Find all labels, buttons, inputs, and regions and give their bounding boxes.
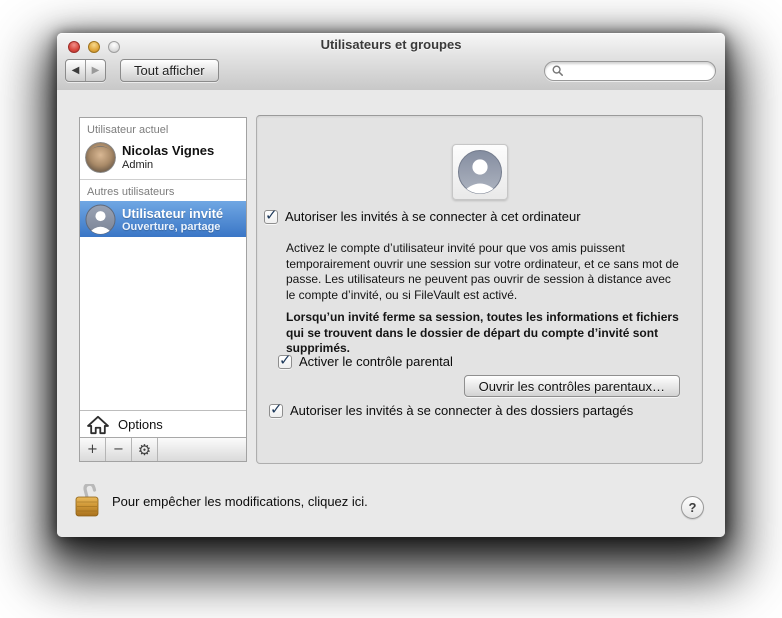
checkbox-box: ✓ xyxy=(278,351,292,369)
checkmark-icon: ✓ xyxy=(265,206,278,224)
checkmark-icon: ✓ xyxy=(279,351,292,369)
search-icon xyxy=(552,65,563,76)
options-label: Options xyxy=(118,417,163,432)
show-all-button[interactable]: Tout afficher xyxy=(120,59,219,82)
guest-user-name: Utilisateur invité xyxy=(122,205,224,221)
search-field[interactable] xyxy=(544,60,716,81)
back-icon: ◀ xyxy=(71,65,80,76)
guest-user-detail: Ouverture, partage xyxy=(122,220,221,233)
checkbox-allow-guest-login[interactable]: ✓ Autoriser les invités à se connecter à… xyxy=(264,206,581,224)
other-users-header: Autres utilisateurs xyxy=(87,186,175,198)
guest-user-texts: Utilisateur invité Ouverture, partage xyxy=(122,206,223,233)
current-user-avatar xyxy=(85,142,116,173)
help-button[interactable]: ? xyxy=(681,496,704,519)
close-button[interactable] xyxy=(68,41,80,53)
lock-message: Pour empêcher les modifications, cliquez… xyxy=(112,493,368,509)
window-chrome: Utilisateurs et groupes ◀ ▶ Tout affiche… xyxy=(57,33,725,91)
sidebar-action-strip: + − ⚙ xyxy=(80,437,246,461)
current-user-header: Utilisateur actuel xyxy=(87,124,169,136)
remove-user-button[interactable]: − xyxy=(106,438,132,461)
toolbar: ◀ ▶ Tout afficher xyxy=(65,59,716,82)
forward-button[interactable]: ▶ xyxy=(86,60,105,81)
guest-avatar-icon xyxy=(457,150,502,194)
back-button[interactable]: ◀ xyxy=(66,60,86,81)
current-user-role: Admin xyxy=(122,158,154,171)
window-content: Utilisateur actuel Nicolas Vignes Admin … xyxy=(57,90,725,537)
lock-control[interactable]: Pour empêcher les modifications, cliquez… xyxy=(74,484,368,518)
checkbox-allow-guest-login-label: Autoriser les invités à se connecter à c… xyxy=(285,209,581,224)
forward-icon: ▶ xyxy=(91,65,100,76)
help-icon: ? xyxy=(688,500,697,515)
checkbox-shared-folders[interactable]: ✓ Autoriser les invités à se connecter à… xyxy=(269,400,634,418)
window-title: Utilisateurs et groupes xyxy=(320,37,462,52)
minimize-button[interactable] xyxy=(88,41,100,53)
unlocked-padlock-icon xyxy=(75,484,99,517)
search-input[interactable] xyxy=(567,62,708,79)
sidebar-item-login-options[interactable]: Options xyxy=(80,410,246,438)
sidebar-item-guest-user[interactable]: Utilisateur invité Ouverture, partage xyxy=(80,201,246,237)
checkbox-box: ✓ xyxy=(269,400,283,418)
checkbox-box: ✓ xyxy=(264,206,278,224)
current-user-name: Nicolas Vignes xyxy=(122,142,215,158)
guest-avatar-frame[interactable] xyxy=(451,144,508,200)
checkmark-icon: ✓ xyxy=(270,400,283,418)
guest-account-warning: Lorsqu’un invité ferme sa session, toute… xyxy=(286,310,679,355)
preferences-window: Utilisateurs et groupes ◀ ▶ Tout affiche… xyxy=(57,33,725,537)
traffic-lights xyxy=(68,41,120,53)
checkbox-shared-folders-label: Autoriser les invités à se connecter à d… xyxy=(290,403,634,418)
guest-account-description: Activez le compte d’utilisateur invité p… xyxy=(286,241,679,302)
guest-user-avatar xyxy=(85,203,116,235)
current-user-row[interactable]: Nicolas Vignes Admin xyxy=(80,139,246,179)
guest-settings-panel: ✓ Autoriser les invités à se connecter à… xyxy=(256,115,703,464)
current-user-texts: Nicolas Vignes Admin xyxy=(122,142,215,172)
users-sidebar: Utilisateur actuel Nicolas Vignes Admin … xyxy=(79,117,247,462)
screenshot-stage: Utilisateurs et groupes ◀ ▶ Tout affiche… xyxy=(0,0,782,618)
checkbox-parental-controls-label: Activer le contrôle parental xyxy=(299,354,453,369)
home-icon xyxy=(87,415,109,434)
nav-button-group: ◀ ▶ xyxy=(65,59,106,82)
open-parental-controls-button[interactable]: Ouvrir les contrôles parentaux… xyxy=(463,375,680,397)
gear-icon[interactable]: ⚙ xyxy=(132,438,158,461)
add-user-button[interactable]: + xyxy=(80,438,106,461)
checkbox-parental-controls[interactable]: ✓ Activer le contrôle parental xyxy=(278,351,453,369)
